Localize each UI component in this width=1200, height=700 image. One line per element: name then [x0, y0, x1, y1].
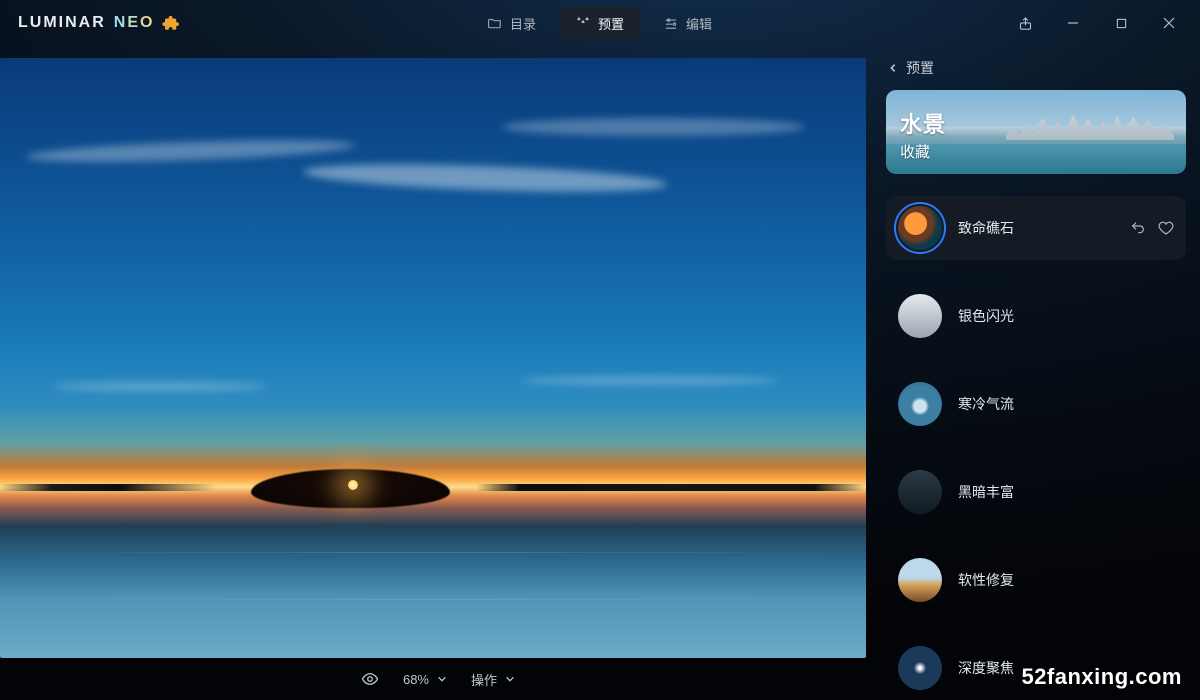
title-bar: LUMINAR NEO 目录 预置 编辑 [0, 0, 1200, 46]
reset-icon[interactable] [1130, 220, 1146, 236]
preset-swatch [898, 558, 942, 602]
preset-swatch [898, 382, 942, 426]
presets-icon [576, 16, 590, 30]
close-button[interactable] [1146, 8, 1192, 38]
zoom-control[interactable]: 68% [403, 672, 447, 687]
hero-text: 水景 收藏 [900, 107, 946, 162]
preset-item[interactable]: 寒冷气流 [886, 372, 1186, 436]
preset-swatch [898, 206, 942, 250]
chevron-down-icon [437, 674, 447, 684]
catalog-icon [488, 16, 502, 30]
preset-name: 深度聚焦 [958, 658, 1174, 678]
preset-swatch [898, 294, 942, 338]
logo-text-main: LUMINAR [18, 14, 106, 32]
window-buttons [1002, 8, 1192, 38]
image-canvas[interactable] [0, 58, 866, 658]
nav-catalog-label: 目录 [510, 14, 536, 33]
nav-presets-label: 预置 [598, 14, 624, 33]
preset-name: 致命礁石 [958, 218, 1114, 238]
cloud-decor [502, 118, 805, 136]
content-area: 68% 操作 预置 水景 收藏 致命礁石 [0, 46, 1200, 700]
share-button[interactable] [1002, 8, 1048, 38]
chevron-down-icon [505, 674, 515, 684]
panel-back-label: 预置 [906, 58, 934, 78]
app-logo: LUMINAR NEO [18, 14, 180, 32]
panel-back[interactable]: 预置 [886, 50, 1186, 90]
nav-catalog[interactable]: 目录 [472, 6, 552, 41]
chevron-left-icon [888, 62, 898, 74]
preset-actions [1130, 220, 1174, 236]
preset-name: 银色闪光 [958, 306, 1174, 326]
category-hero[interactable]: 水景 收藏 [886, 90, 1186, 174]
preset-item[interactable]: 软性修复 [886, 548, 1186, 612]
minimize-button[interactable] [1050, 8, 1096, 38]
actions-label: 操作 [471, 670, 497, 689]
compare-toggle[interactable] [361, 670, 379, 688]
nav-presets[interactable]: 预置 [560, 6, 640, 41]
preset-item[interactable]: 致命礁石 [886, 196, 1186, 260]
favorite-icon[interactable] [1158, 220, 1174, 236]
preset-item[interactable]: 深度聚焦 [886, 636, 1186, 700]
preset-name: 寒冷气流 [958, 394, 1174, 414]
cloud-decor [520, 376, 780, 385]
eye-icon [361, 670, 379, 688]
extensions-icon[interactable] [162, 14, 180, 32]
cloud-decor [52, 382, 269, 391]
preset-name: 黑暗丰富 [958, 482, 1174, 502]
nav-edit[interactable]: 编辑 [648, 6, 728, 41]
preset-name: 软性修复 [958, 570, 1174, 590]
preset-item[interactable]: 银色闪光 [886, 284, 1186, 348]
maximize-button[interactable] [1098, 8, 1144, 38]
preset-item[interactable]: 黑暗丰富 [886, 460, 1186, 524]
preset-swatch [898, 646, 942, 690]
presets-panel: 预置 水景 收藏 致命礁石 银色闪光 [876, 46, 1200, 700]
edit-icon [664, 16, 678, 30]
category-subtitle: 收藏 [900, 141, 946, 162]
logo-text-sub: NEO [114, 14, 155, 32]
water-decor [0, 526, 866, 658]
nav-edit-label: 编辑 [686, 14, 712, 33]
preset-swatch [898, 470, 942, 514]
viewer-toolbar: 68% 操作 [0, 658, 876, 700]
category-title: 水景 [900, 107, 946, 139]
actions-menu[interactable]: 操作 [471, 670, 515, 689]
zoom-value: 68% [403, 672, 429, 687]
top-nav: 目录 预置 编辑 [472, 6, 728, 41]
image-viewer: 68% 操作 [0, 46, 876, 700]
